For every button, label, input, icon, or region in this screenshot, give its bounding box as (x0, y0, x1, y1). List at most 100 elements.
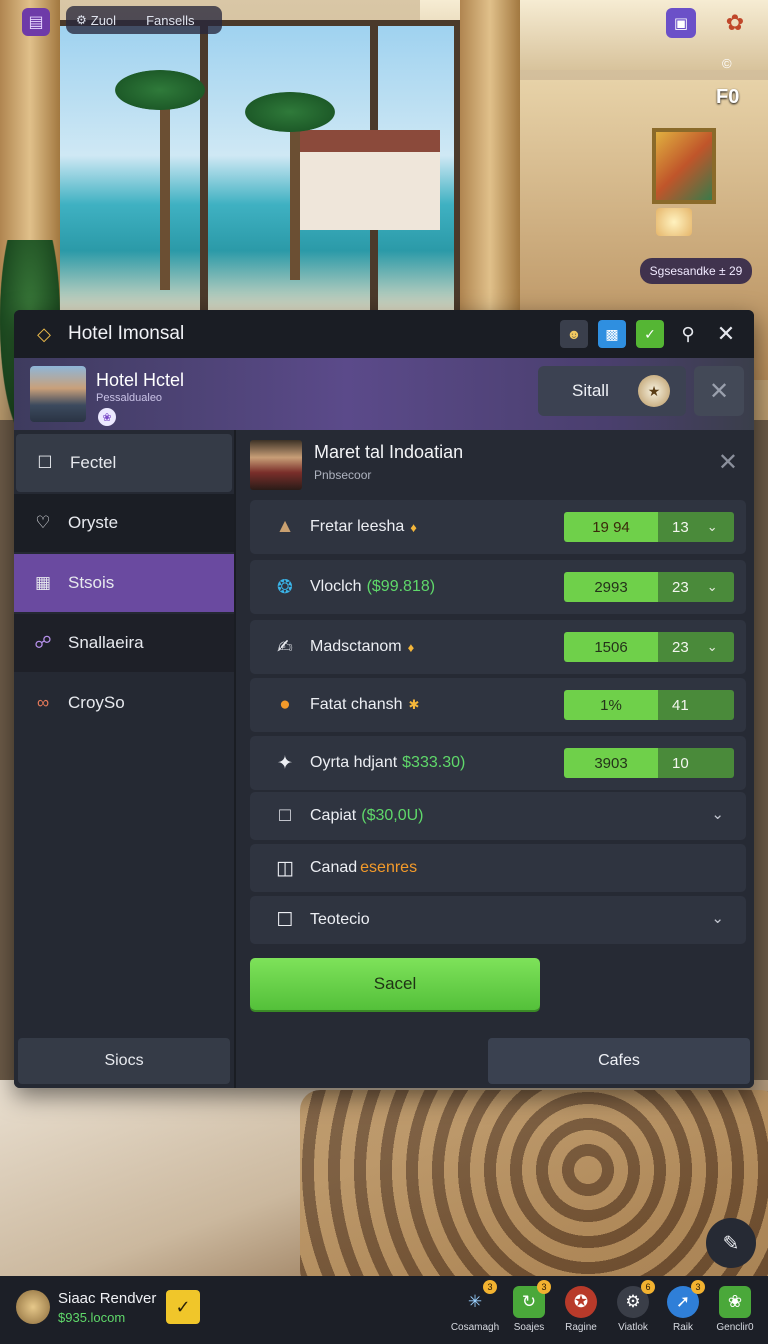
row-tag: esenres (360, 859, 418, 876)
infinity-icon: ∞ (36, 693, 50, 712)
list-item[interactable]: ❂ Vloclch ($99.818) 2993 23 ⌄ (250, 560, 746, 614)
list-item[interactable]: □ Capiat ($30,0U) ⌄ (250, 792, 746, 840)
top-status-pill[interactable]: ⚙ Zuol Fansells (66, 6, 222, 34)
palm-tree (160, 90, 170, 290)
row-label: Fatat chansh (310, 696, 403, 713)
dock-item-soajes[interactable]: ↻ 3 Soajes (500, 1280, 558, 1333)
sidebar-item-label: Snallaeira (68, 633, 144, 652)
value-pill[interactable]: 1506 23 ⌄ (564, 632, 734, 662)
value-pill[interactable]: 1% 41 (564, 690, 734, 720)
dock-item-cosamagh[interactable]: ✳ 3 Cosamagh (446, 1280, 504, 1333)
check-icon[interactable]: ✓ (636, 320, 664, 348)
guests-icon[interactable]: ☻ (560, 320, 588, 348)
list-item[interactable]: ☐ Teotecio ⌄ (250, 896, 746, 944)
row-label: Fretar leesha (310, 518, 405, 535)
close-icon[interactable]: ✕ (712, 320, 740, 348)
list-item[interactable]: ● Fatat chansh ✱ 1% 41 (250, 678, 746, 732)
row-amount: ($99.818) (366, 578, 436, 595)
chart-icon[interactable]: ▩ (598, 320, 626, 348)
sidebar-item-snallaeira[interactable]: ☍ Snallaeira (14, 614, 234, 672)
row-label: Canad (310, 859, 358, 876)
value-pill[interactable]: 19 94 13 ⌄ (564, 512, 734, 542)
sidebar-item-stsois[interactable]: ▦ Stsois (14, 554, 234, 612)
chevron-down-icon[interactable]: ⌄ (711, 909, 724, 927)
network-icon: ✳ 3 (459, 1280, 497, 1318)
value-pill[interactable]: 3903 10 (564, 748, 734, 778)
chevron-down-icon[interactable]: ⌄ (707, 579, 718, 595)
avatar[interactable] (16, 1290, 50, 1324)
search-icon[interactable]: ⚲ (674, 320, 702, 348)
sidebar-item-fectel[interactable]: ☐ Fectel (16, 434, 232, 492)
row-value-b: 23 (672, 578, 689, 596)
shield-icon: ✪ (565, 1286, 597, 1318)
status-pill-label-a: Zuol (90, 12, 117, 28)
user-name: Siaac Rendver (58, 1290, 157, 1307)
list-item[interactable]: ◫ Canad esenres (250, 844, 746, 892)
save-button[interactable]: Sacel (250, 958, 540, 1010)
stall-label: Sitall (572, 381, 609, 400)
list-item[interactable]: ✦ Oyrta hdjant $333.30) 3903 10 (250, 736, 746, 790)
window-titlebar: ◇ Hotel Imonsal ☻ ▩ ✓ ⚲ ✕ (14, 310, 754, 358)
check-icon[interactable]: ✓ (166, 1290, 200, 1324)
dock-item-genclir[interactable]: ❀ Genclir0 (706, 1286, 764, 1333)
dock-label: Ragine (565, 1322, 597, 1333)
siocs-button[interactable]: Siocs (18, 1038, 230, 1084)
profile-subtitle: Pnbsecoor (314, 468, 372, 482)
badge: 3 (537, 1280, 551, 1294)
device-icon[interactable]: ▣ (666, 8, 696, 38)
row-label: Madsctanom (310, 638, 402, 655)
list-item[interactable]: ✍ Madsctanom ♦ 1506 23 ⌄ (250, 620, 746, 674)
row-value-a: 1506 (564, 632, 658, 662)
corner-indicator: © (722, 56, 732, 71)
lock-icon: ☐ (37, 453, 53, 472)
villa-building (300, 130, 440, 230)
hotel-manager-panel: ◇ Hotel Imonsal ☻ ▩ ✓ ⚲ ✕ Hotel Hctel Pe… (14, 310, 754, 1088)
row-amount: $333.30) (402, 754, 466, 771)
hat-icon: ▲ (275, 516, 295, 537)
content-area: Maret tal Indoatian Pnbsecoor ✕ ▲ Fretar… (234, 430, 754, 1088)
chevron-down-icon[interactable]: ⌄ (707, 639, 718, 655)
profile-name: Maret tal Indoatian (314, 442, 464, 462)
dock-label: Viatlok (618, 1322, 648, 1333)
status-dot-icon: ❀ (98, 408, 116, 426)
palm-tree (290, 110, 300, 280)
room-chip[interactable]: Sgsesandke ± 29 (640, 258, 752, 284)
row-value-a: 3903 (564, 748, 658, 778)
dock-label: Raik (672, 1322, 693, 1333)
palm-frond (115, 70, 205, 110)
swirl-icon: ❂ (277, 576, 293, 598)
row-value-b: 10 (672, 754, 689, 772)
row-label: Capiat (310, 807, 357, 824)
app-logo-icon[interactable]: ▤ (22, 8, 50, 36)
avatar-icon[interactable]: ✿ (718, 6, 752, 40)
file-icon: □ (279, 805, 291, 826)
row-amount: ($30,0U) (361, 807, 424, 824)
dock-item-raik[interactable]: ➚ 3 Raik (654, 1280, 712, 1333)
edit-icon[interactable]: ✎ (706, 1218, 756, 1268)
row-value-a: 2993 (564, 572, 658, 602)
dock-item-ragine[interactable]: ✪ Ragine (552, 1286, 610, 1333)
badge: 3 (483, 1280, 497, 1294)
close-icon[interactable]: ✕ (718, 448, 738, 477)
list-item[interactable]: ▲ Fretar leesha ♦ 19 94 13 ⌄ (250, 500, 746, 554)
orb-icon: ● (279, 694, 291, 715)
bottom-bar: Siaac Rendver $935.locom ✓ ✳ 3 Cosamagh ↻… (0, 1276, 768, 1344)
heart-icon: ♡ (35, 513, 51, 532)
cafes-button[interactable]: Cafes (488, 1038, 750, 1084)
value-pill[interactable]: 2993 23 ⌄ (564, 572, 734, 602)
chevron-down-icon[interactable]: ⌄ (711, 805, 724, 823)
sidebar-item-label: Stsois (68, 573, 115, 592)
sidebar-item-label: Fectel (70, 453, 117, 472)
row-label: Teotecio (310, 911, 370, 928)
row-value-b: 23 (672, 638, 689, 656)
sidebar-item-croyso[interactable]: ∞ CroySo (14, 674, 234, 732)
checkbox-icon[interactable]: ☐ (270, 905, 300, 935)
curtain (460, 0, 520, 330)
sidebar-item-oryste[interactable]: ♡ Oryste (14, 494, 234, 552)
stall-button[interactable]: Sitall ★ (538, 366, 686, 416)
hotel-subtitle: Pessaldualeo (96, 392, 163, 404)
chevron-down-icon[interactable]: ⌄ (707, 519, 718, 535)
profile-header: Maret tal Indoatian Pnbsecoor ✕ (250, 438, 746, 494)
palm-frond (245, 92, 335, 132)
close-icon[interactable]: ✕ (694, 366, 744, 416)
